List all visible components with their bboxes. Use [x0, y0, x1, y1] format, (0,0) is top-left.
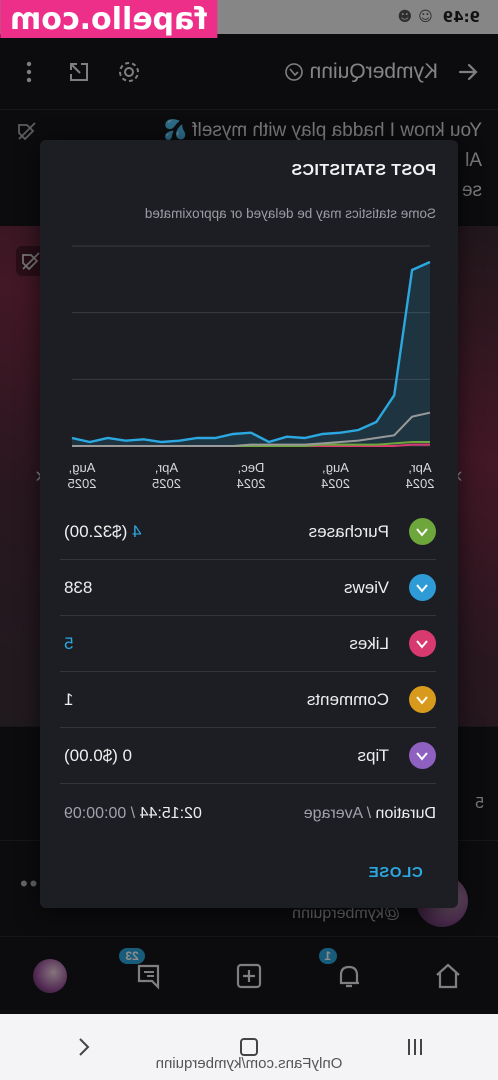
chevron-down-icon[interactable] — [409, 574, 436, 601]
series-line-views — [71, 260, 431, 444]
x-tick-label: Apr, — [408, 460, 431, 475]
x-tick-label: Aug, — [69, 460, 96, 475]
post-statistics-dialog: POST STATISTICS Some statistics may be d… — [40, 140, 458, 908]
close-button[interactable]: CLOSE — [368, 864, 423, 881]
stat-views[interactable]: Views 838 — [60, 560, 436, 616]
x-tick-label: 2025 — [68, 476, 97, 491]
dialog-title: POST STATISTICS — [291, 162, 436, 179]
statistics-chart: Apr,2024Aug,2024Dec,2024Apr,2025Aug,2025 — [68, 245, 435, 491]
x-tick-label: Aug, — [322, 460, 349, 475]
x-tick-label: 2024 — [406, 476, 435, 491]
x-tick-label: 2025 — [152, 476, 181, 491]
watermark: fapello.com — [0, 0, 218, 38]
series-area-views — [72, 262, 430, 446]
stat-count[interactable]: 4 — [132, 522, 141, 541]
x-tick-label: Apr, — [155, 460, 178, 475]
stat-purchases[interactable]: Purchases 4 ($32.00) — [60, 504, 436, 560]
stat-value: 0 ($0.00) — [64, 745, 133, 765]
stat-amount: ($32.00) — [64, 521, 128, 541]
stat-likes[interactable]: Likes 5 — [60, 616, 436, 672]
chevron-down-icon[interactable] — [409, 518, 436, 545]
stat-tips[interactable]: Tips 0 ($0.00) — [60, 728, 436, 784]
stat-label: Comments — [306, 689, 389, 709]
stat-label: Views — [343, 577, 389, 597]
x-tick-label: Dec, — [238, 460, 265, 475]
stat-label: Purchases — [308, 521, 389, 541]
stat-value: 838 — [64, 577, 93, 597]
duration-value: 02:15:44 / 00:00:09 — [64, 805, 202, 822]
stat-value: 4 ($32.00) — [64, 522, 142, 542]
stat-value[interactable]: 5 — [64, 634, 73, 654]
system-nav-bar: OnlyFans.com/kymberquinn — [0, 1014, 498, 1080]
stat-label: Tips — [357, 745, 390, 765]
page-url: OnlyFans.com/kymberquinn — [155, 1055, 343, 1072]
x-tick-label: 2024 — [321, 476, 350, 491]
chevron-down-icon[interactable] — [409, 742, 436, 769]
chevron-down-icon[interactable] — [409, 630, 436, 657]
stat-label: Likes — [349, 633, 389, 653]
chevron-down-icon[interactable] — [409, 686, 436, 713]
duration-row: Duration / Average 02:15:44 / 00:00:09 — [60, 796, 436, 832]
dialog-note: Some statistics may be delayed or approx… — [144, 206, 436, 221]
stat-value: 1 — [64, 689, 74, 709]
duration-label: Duration / Average — [303, 805, 436, 822]
x-tick-label: 2024 — [237, 476, 266, 491]
stat-comments[interactable]: Comments 1 — [60, 672, 436, 728]
